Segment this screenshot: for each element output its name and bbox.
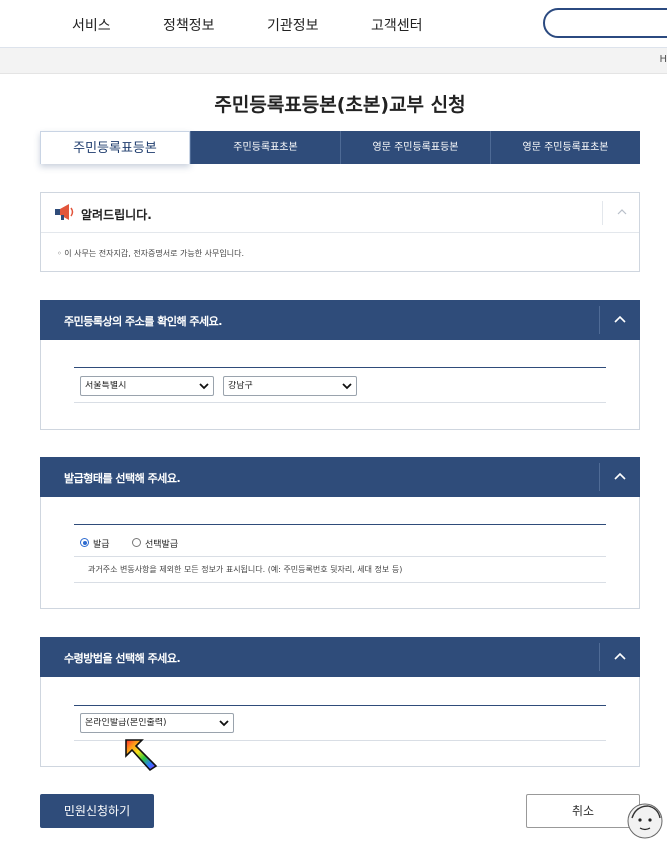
certificate-tabs: 주민등록표등본 주민등록표초본 영문 주민등록표등본 영문 주민등록표초본	[40, 131, 640, 164]
notice-header: 알려드립니다.	[41, 193, 639, 233]
panel-divider	[599, 643, 600, 671]
section-rule	[74, 556, 606, 557]
address-section-header: 주민등록상의 주소를 확인해 주세요.	[40, 300, 640, 340]
city-select[interactable]: 서울특별시	[80, 376, 214, 396]
address-section: 주민등록상의 주소를 확인해 주세요. 서울특별시 강남구	[40, 300, 640, 430]
issue-type-section-header: 발급형태를 선택해 주세요.	[40, 457, 640, 497]
breadcrumb-home-link[interactable]: H	[659, 54, 667, 65]
nav-item-customer-center[interactable]: 고객센터	[371, 15, 423, 35]
section-rule	[74, 524, 606, 525]
nav-item-policy-info[interactable]: 정책정보	[163, 15, 215, 35]
district-select[interactable]: 강남구	[223, 376, 357, 396]
panel-divider	[599, 306, 600, 334]
section-rule	[74, 705, 606, 706]
receive-method-section-header: 수령방법을 선택해 주세요.	[40, 637, 640, 677]
breadcrumb-bar: H	[0, 48, 667, 74]
section-rule	[74, 402, 606, 403]
megaphone-icon	[55, 204, 74, 220]
chevron-up-icon[interactable]	[612, 312, 628, 328]
issue-type-section: 발급형태를 선택해 주세요. 발급 선택발급 과거주소 변동사항을 제외한 모든…	[40, 457, 640, 609]
issue-radio-full-label[interactable]: 발급	[93, 537, 110, 550]
panel-divider	[599, 463, 600, 491]
avatar[interactable]	[624, 800, 664, 840]
section-rule	[74, 367, 606, 368]
global-nav: 서비스 정책정보 기관정보 고객센터	[0, 0, 667, 48]
notice-divider	[602, 201, 603, 225]
nav-item-services[interactable]: 서비스	[72, 15, 111, 35]
issue-radio-selective-label[interactable]: 선택발급	[145, 537, 178, 550]
cancel-button[interactable]: 취소	[526, 794, 640, 828]
tab-english-resident-copy[interactable]: 영문 주민등록표등본	[340, 131, 490, 164]
cursor-icon	[125, 739, 158, 772]
nav-item-agency-info[interactable]: 기관정보	[267, 15, 319, 35]
search-input[interactable]	[543, 8, 667, 38]
notice-title: 알려드립니다.	[81, 208, 152, 222]
issue-radio-selective[interactable]	[132, 538, 141, 547]
issue-type-section-title: 발급형태를 선택해 주세요.	[64, 472, 181, 485]
chevron-up-icon[interactable]	[615, 205, 629, 219]
receive-method-select[interactable]: 온라인발급(본인출력)	[80, 713, 234, 733]
address-section-title: 주민등록상의 주소를 확인해 주세요.	[64, 315, 222, 328]
receive-method-section-title: 수령방법을 선택해 주세요.	[64, 652, 181, 665]
notice-text: ◦ 이 사무는 전자지갑, 전자증명서로 가능한 사무입니다.	[57, 249, 244, 258]
tab-english-resident-abstract[interactable]: 영문 주민등록표초본	[490, 131, 640, 164]
page-title: 주민등록표등본(초본)교부 신청	[214, 94, 466, 116]
tab-resident-copy[interactable]: 주민등록표등본	[40, 131, 190, 164]
section-rule	[74, 582, 606, 583]
chevron-up-icon[interactable]	[612, 649, 628, 665]
tab-resident-abstract[interactable]: 주민등록표초본	[190, 131, 340, 164]
submit-application-button[interactable]: 민원신청하기	[40, 794, 154, 828]
issue-radio-full[interactable]	[80, 538, 89, 547]
chevron-up-icon[interactable]	[612, 469, 628, 485]
issue-description: 과거주소 변동사항을 제외한 모든 정보가 표시됩니다. (예: 주민등록번호 …	[88, 565, 403, 574]
notice-box: 알려드립니다. ◦ 이 사무는 전자지갑, 전자증명서로 가능한 사무입니다.	[40, 192, 640, 272]
